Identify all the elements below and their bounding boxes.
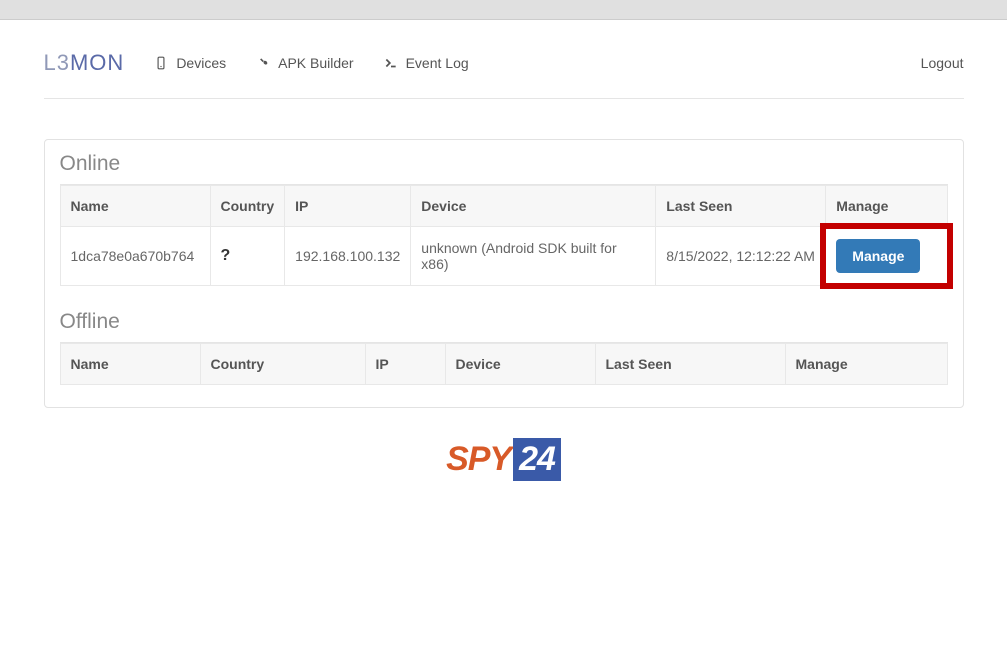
col-device: Device (411, 186, 656, 227)
watermark-text1: SPY (446, 440, 511, 479)
col-country: Country (210, 186, 285, 227)
offline-table: Name Country IP Device Last Seen Manage (60, 343, 948, 385)
col-device: Device (445, 344, 595, 385)
cell-country: ? (210, 227, 285, 286)
table-row: 1dca78e0a670b764 ? 192.168.100.132 unkno… (60, 227, 947, 286)
col-manage: Manage (785, 344, 947, 385)
cell-ip: 192.168.100.132 (285, 227, 411, 286)
nav-devices[interactable]: Devices (154, 55, 226, 71)
header: L3MON Devices APK Builder Event Log Logo… (44, 50, 964, 99)
nav-apk-builder-label: APK Builder (278, 55, 353, 71)
spy24-logo: SPY 24 (446, 438, 561, 481)
terminal-icon (384, 56, 398, 70)
col-last-seen: Last Seen (595, 344, 785, 385)
phone-icon (154, 56, 168, 70)
cell-name: 1dca78e0a670b764 (60, 227, 210, 286)
offline-title: Offline (60, 310, 948, 343)
logo-part2: MON (70, 50, 124, 75)
col-ip: IP (285, 186, 411, 227)
watermark-text2: 24 (513, 438, 561, 481)
cell-manage: Manage (826, 227, 947, 286)
online-table: Name Country IP Device Last Seen Manage … (60, 185, 948, 286)
browser-topbar (0, 0, 1007, 20)
col-country: Country (200, 344, 365, 385)
nav-event-log-label: Event Log (406, 55, 469, 71)
question-icon: ? (221, 247, 231, 264)
logo-part1: L3 (44, 50, 70, 75)
table-header-row: Name Country IP Device Last Seen Manage (60, 344, 947, 385)
logout-link[interactable]: Logout (921, 55, 964, 71)
cell-device: unknown (Android SDK built for x86) (411, 227, 656, 286)
col-name: Name (60, 344, 200, 385)
table-header-row: Name Country IP Device Last Seen Manage (60, 186, 947, 227)
cell-last-seen: 8/15/2022, 12:12:22 AM (656, 227, 826, 286)
col-name: Name (60, 186, 210, 227)
devices-panel: Online Name Country IP Device Last Seen … (44, 139, 964, 408)
wrench-icon (256, 56, 270, 70)
nav: Devices APK Builder Event Log (154, 55, 920, 71)
nav-event-log[interactable]: Event Log (384, 55, 469, 71)
col-manage: Manage (826, 186, 947, 227)
col-last-seen: Last Seen (656, 186, 826, 227)
nav-devices-label: Devices (176, 55, 226, 71)
logo: L3MON (44, 50, 125, 76)
watermark: SPY 24 (44, 438, 964, 481)
online-title: Online (60, 152, 948, 185)
col-ip: IP (365, 344, 445, 385)
manage-button[interactable]: Manage (836, 239, 920, 273)
offline-section: Offline Name Country IP Device Last Seen… (60, 310, 948, 385)
nav-apk-builder[interactable]: APK Builder (256, 55, 353, 71)
